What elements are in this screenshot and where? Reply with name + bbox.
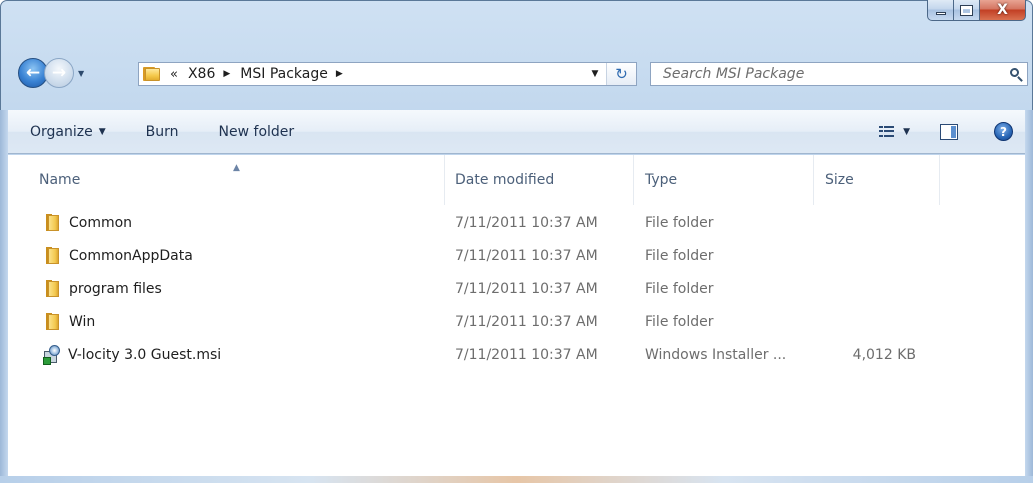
- close-icon: X: [997, 2, 1008, 18]
- file-date: 7/11/2011 10:37 AM: [455, 214, 598, 231]
- back-arrow-icon: ←: [25, 63, 41, 83]
- column-header-date-modified[interactable]: Date modified: [445, 155, 634, 205]
- search-box[interactable]: Search MSI Package: [650, 62, 1028, 86]
- file-name: program files: [69, 280, 162, 297]
- burn-button[interactable]: Burn: [136, 119, 189, 145]
- refresh-button[interactable]: ↻: [606, 63, 636, 85]
- breadcrumb-msi-package[interactable]: MSI Package: [240, 66, 328, 82]
- column-header-label: Date modified: [455, 172, 555, 188]
- file-list: Name ▲ Date modified Type Size Common 7/…: [8, 155, 1025, 476]
- file-date: 7/11/2011 10:37 AM: [455, 247, 598, 264]
- new-folder-label: New folder: [218, 123, 295, 140]
- file-type: File folder: [645, 214, 714, 231]
- file-date: 7/11/2011 10:37 AM: [455, 346, 598, 363]
- file-name: Win: [69, 313, 96, 330]
- folder-icon: [46, 247, 59, 264]
- forward-arrow-icon: →: [51, 63, 67, 83]
- forward-button[interactable]: →: [44, 58, 74, 88]
- change-view-icon[interactable]: [879, 125, 895, 138]
- command-bar: Organize ▼ Burn New folder ▼ ?: [8, 110, 1025, 154]
- chevron-down-icon: ▼: [78, 68, 85, 78]
- view-options-button[interactable]: ▼: [903, 127, 910, 137]
- breadcrumb-separator-icon[interactable]: ▶: [223, 69, 230, 79]
- window-border-bottom: [0, 476, 1033, 483]
- search-input[interactable]: Search MSI Package: [663, 66, 804, 82]
- file-row[interactable]: V-locity 3.0 Guest.msi 7/11/2011 10:37 A…: [8, 338, 1025, 371]
- folder-icon: [46, 313, 59, 330]
- file-name: V-locity 3.0 Guest.msi: [68, 346, 222, 363]
- file-rows: Common 7/11/2011 10:37 AM File folder Co…: [8, 206, 1025, 371]
- preview-pane-icon[interactable]: [940, 123, 958, 140]
- file-type: File folder: [645, 247, 714, 264]
- organize-label: Organize: [30, 123, 93, 140]
- window-border-left: [0, 110, 8, 483]
- burn-label: Burn: [145, 123, 179, 140]
- maximize-icon: [960, 4, 973, 16]
- file-row[interactable]: program files 7/11/2011 10:37 AM File fo…: [8, 272, 1025, 305]
- help-icon[interactable]: ?: [994, 122, 1013, 141]
- close-button[interactable]: X: [980, 0, 1026, 21]
- folder-icon: [46, 280, 59, 297]
- column-header-size[interactable]: Size: [814, 155, 940, 205]
- minimize-button[interactable]: [927, 0, 954, 21]
- recent-pages-button[interactable]: ▼: [78, 65, 90, 81]
- file-type: File folder: [645, 280, 714, 297]
- address-history-button[interactable]: ▼: [584, 69, 606, 79]
- msi-installer-icon: [43, 344, 61, 365]
- breadcrumb-x86[interactable]: X86: [188, 66, 215, 82]
- window-border-right: [1025, 110, 1033, 483]
- refresh-icon: ↻: [615, 65, 628, 83]
- file-row[interactable]: CommonAppData 7/11/2011 10:37 AM File fo…: [8, 239, 1025, 272]
- chevron-down-icon: ▼: [98, 126, 106, 137]
- file-date: 7/11/2011 10:37 AM: [455, 280, 598, 297]
- file-row[interactable]: Win 7/11/2011 10:37 AM File folder: [8, 305, 1025, 338]
- address-bar[interactable]: « X86 ▶ MSI Package ▶ ▼ ↻: [138, 62, 637, 86]
- file-row[interactable]: Common 7/11/2011 10:37 AM File folder: [8, 206, 1025, 239]
- file-size: 4,012 KB: [852, 346, 916, 363]
- search-icon[interactable]: [1003, 63, 1027, 85]
- folder-icon: [143, 67, 160, 81]
- maximize-button[interactable]: [954, 0, 980, 21]
- file-date: 7/11/2011 10:37 AM: [455, 313, 598, 330]
- column-header-label: Name: [39, 172, 81, 188]
- organize-button[interactable]: Organize ▼: [20, 119, 116, 145]
- breadcrumb-overflow-button[interactable]: «: [170, 67, 178, 82]
- file-name: Common: [69, 214, 133, 231]
- column-header-name[interactable]: Name ▲: [8, 155, 445, 205]
- column-headers: Name ▲ Date modified Type Size: [8, 155, 1025, 205]
- navigation-buttons: ← → ▼: [18, 58, 90, 88]
- folder-icon: [46, 214, 59, 231]
- caption-buttons: X: [927, 0, 1026, 22]
- column-header-label: Size: [825, 172, 854, 188]
- new-folder-button[interactable]: New folder: [209, 119, 305, 145]
- minimize-icon: [935, 11, 946, 15]
- column-header-label: Type: [645, 172, 678, 188]
- sort-ascending-icon: ▲: [233, 163, 240, 173]
- file-type: File folder: [645, 313, 714, 330]
- file-type: Windows Installer ...: [645, 346, 787, 363]
- column-header-type[interactable]: Type: [634, 155, 814, 205]
- breadcrumb-separator-icon[interactable]: ▶: [336, 69, 343, 79]
- file-name: CommonAppData: [69, 247, 193, 264]
